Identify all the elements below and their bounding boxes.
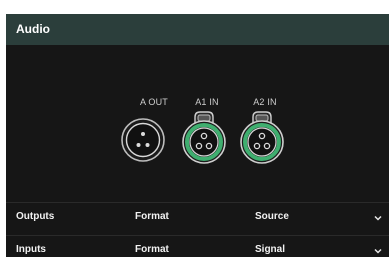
chevron-down-icon[interactable]	[373, 213, 383, 223]
audio-panel: Audio A OUT A1 IN A2 IN Outputs Format S…	[6, 14, 389, 257]
chevron-down-icon[interactable]	[373, 246, 383, 256]
xlr-input-connector-2-icon[interactable]	[238, 107, 286, 165]
xlr-output-connector-icon[interactable]	[120, 117, 166, 163]
inputs-row[interactable]: Inputs Format Signal	[6, 235, 389, 257]
outputs-format-header: Format	[135, 211, 169, 222]
outputs-label: Outputs	[16, 211, 55, 222]
connector-area: A OUT A1 IN A2 IN	[6, 45, 389, 202]
port-label-a2-in: A2 IN	[253, 97, 277, 107]
port-label-a-out: A OUT	[139, 97, 168, 107]
xlr-input-connector-1-icon[interactable]	[180, 107, 228, 165]
inputs-label: Inputs	[16, 244, 46, 255]
port-label-a1-in: A1 IN	[195, 97, 219, 107]
inputs-format-header: Format	[135, 244, 169, 255]
panel-title: Audio	[16, 22, 50, 36]
panel-header: Audio	[6, 14, 389, 45]
outputs-row[interactable]: Outputs Format Source	[6, 202, 389, 231]
outputs-source-header: Source	[255, 211, 289, 222]
inputs-signal-header: Signal	[255, 244, 286, 255]
